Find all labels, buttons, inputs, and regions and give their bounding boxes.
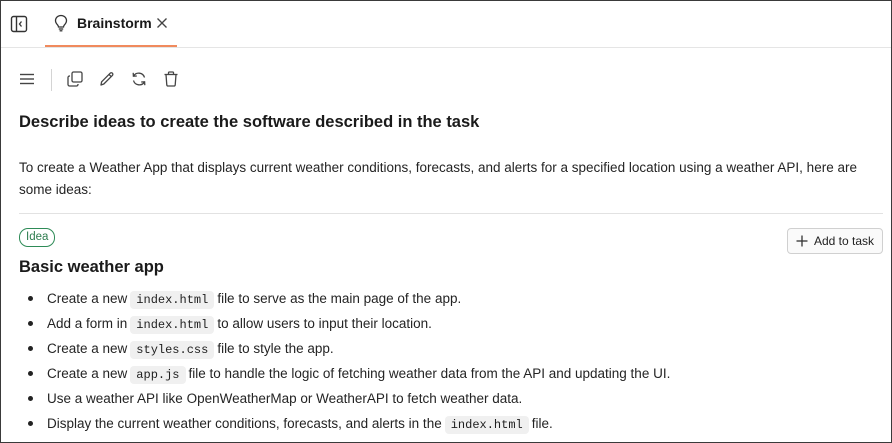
lightbulb-icon (53, 14, 69, 32)
item-text: Add a form in (47, 316, 128, 331)
toolbar-divider (51, 69, 52, 91)
bullet-icon (28, 346, 33, 351)
bullet-icon (28, 296, 33, 301)
bullet-icon (28, 421, 33, 426)
plus-icon (796, 235, 808, 247)
page-title: Describe ideas to create the software de… (19, 113, 480, 131)
bullet-icon (28, 371, 33, 376)
item-text: Create a new (47, 366, 128, 381)
bullet-icon (28, 396, 33, 401)
item-text: Use a weather API like OpenWeatherMap or… (47, 391, 523, 406)
item-text: file to handle the logic of fetching wea… (188, 366, 671, 381)
item-text: Create a new (47, 291, 128, 306)
refresh-icon[interactable] (129, 69, 149, 89)
inline-code: index.html (130, 316, 215, 334)
item-text: Create a new (47, 341, 128, 356)
add-to-task-label: Add to task (814, 234, 875, 248)
add-to-task-button[interactable]: Add to task (787, 228, 883, 254)
copy-icon[interactable] (65, 69, 85, 89)
item-text: file to serve as the main page of the ap… (217, 291, 462, 306)
list-item: Display the current weather conditions, … (19, 411, 879, 436)
idea-badge: Idea (19, 228, 56, 247)
inline-code: index.html (444, 416, 529, 434)
toolbar (1, 61, 891, 97)
inline-code: index.html (130, 291, 215, 309)
list-item: Create a new index.html file to serve as t… (19, 286, 879, 311)
list-item: Add a form in index.html to allow users to… (19, 311, 879, 336)
tab-brainstorm[interactable]: Brainstorm (45, 1, 177, 47)
item-text: file. (531, 416, 553, 431)
inline-code: styles.css (130, 341, 215, 359)
bullet-icon (28, 321, 33, 326)
tab-bar: Brainstorm (1, 1, 891, 48)
list-item: Use a weather API like OpenWeatherMap or… (19, 386, 879, 411)
intro-text: To create a Weather App that displays cu… (19, 160, 857, 197)
brainstorm-window: Brainstorm Describe ideas to create the … (0, 0, 892, 443)
list-item: Create a new app.js file to handle the log… (19, 361, 879, 386)
item-text: Display the current weather conditions, … (47, 416, 442, 431)
idea-list: Create a new index.html file to serve as t… (19, 286, 879, 436)
list-item: Create a new styles.css file to style the … (19, 336, 879, 361)
inline-code: app.js (130, 366, 186, 384)
idea-title: Basic weather app (19, 258, 164, 276)
trash-icon[interactable] (161, 69, 181, 89)
close-icon[interactable] (155, 16, 169, 30)
menu-icon[interactable] (17, 69, 37, 89)
sidebar-toggle-icon[interactable] (9, 14, 29, 34)
item-text: to allow users to input their location. (217, 316, 432, 331)
tab-label: Brainstorm (77, 15, 152, 31)
divider (19, 213, 883, 214)
item-text: file to style the app. (217, 341, 334, 356)
edit-icon[interactable] (97, 69, 117, 89)
